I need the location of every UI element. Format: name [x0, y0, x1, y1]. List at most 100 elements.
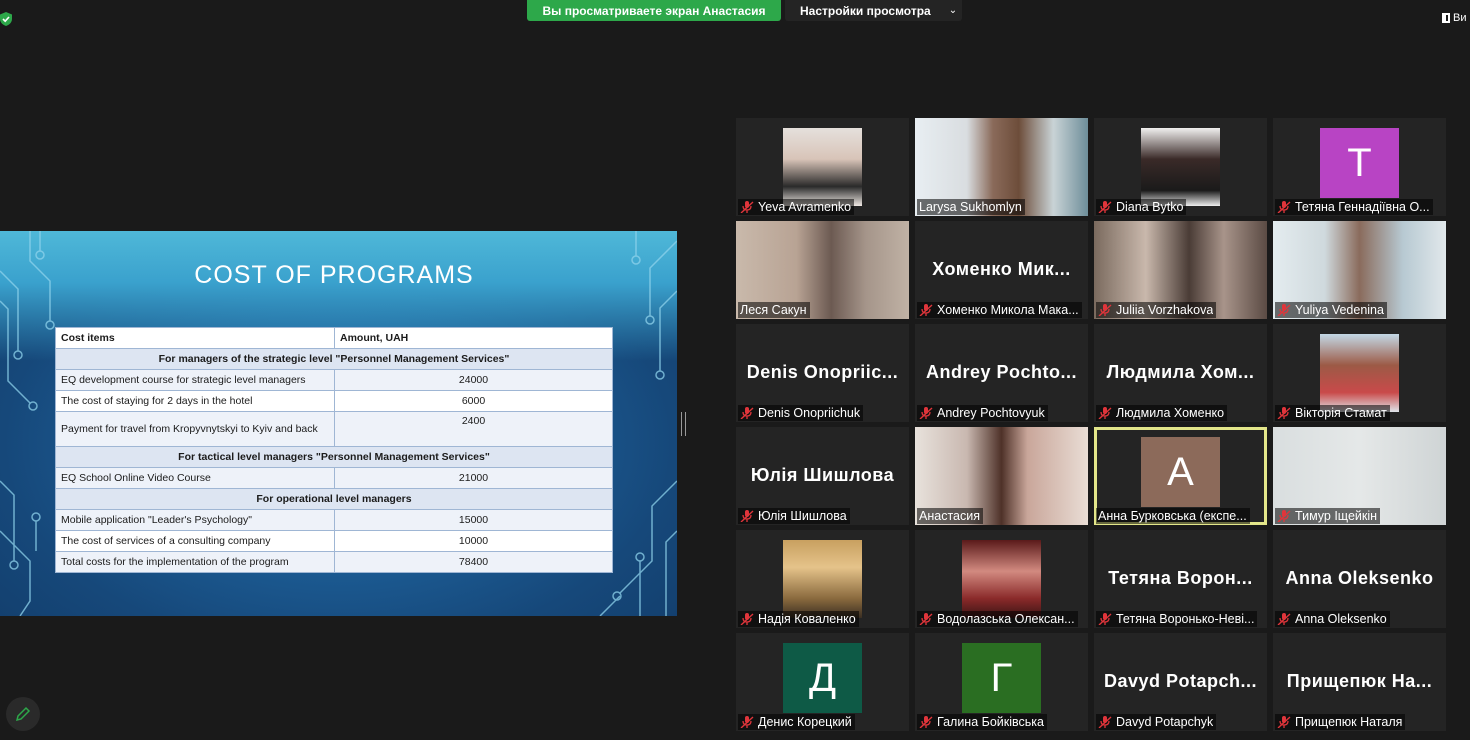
muted-mic-icon — [740, 201, 754, 213]
participant-name-label: Andrey Pochtovyuk — [917, 405, 1048, 421]
avatar-initial: Д — [783, 643, 862, 713]
participant-name: Юлія Шишлова — [758, 509, 847, 523]
section-label: For managers of the strategic level "Per… — [55, 348, 613, 370]
muted-mic-icon — [1098, 716, 1112, 728]
participant-display-name: Юлія Шишлова — [750, 465, 895, 485]
screen-share-banner: Вы просматриваете экран Анастасия — [527, 0, 781, 21]
item-amount: 21000 — [334, 467, 613, 489]
participant-name-label: Тетяна Геннадіївна О... — [1275, 199, 1433, 215]
item-amount: 24000 — [334, 369, 613, 391]
pencil-icon — [15, 706, 31, 722]
participant-tile[interactable]: Andrey Pochto... Andrey Pochtovyuk — [915, 324, 1088, 422]
screen-share-text: Вы просматриваете экран Анастасия — [542, 3, 766, 18]
cost-table: Cost items Amount, UAH For managers of t… — [55, 327, 613, 573]
participant-tile[interactable]: A Анна Бурковська (експе... — [1094, 427, 1267, 525]
participant-tile[interactable]: Yuliya Vedenina — [1273, 221, 1446, 319]
item-amount: 10000 — [334, 530, 613, 552]
participant-name-label: Anna Oleksenko — [1275, 611, 1390, 627]
participant-name: Вікторія Стамат — [1295, 406, 1387, 420]
participant-name: Анастасия — [919, 509, 980, 523]
table-row: The cost of staying for 2 days in the ho… — [55, 390, 613, 412]
participant-tile[interactable]: Вікторія Стамат — [1273, 324, 1446, 422]
avatar-initial: A — [1141, 437, 1220, 507]
participant-tile[interactable]: Тетяна Ворон... Тетяна Воронько-Неві... — [1094, 530, 1267, 628]
muted-mic-icon — [919, 407, 933, 419]
participant-name: Денис Корецкий — [758, 715, 852, 729]
table-row: Total costs for the implementation of th… — [55, 551, 613, 573]
muted-mic-icon — [1277, 407, 1291, 419]
section-label: For operational level managers — [55, 488, 613, 510]
participant-name-label: Денис Корецкий — [738, 714, 855, 730]
table-row: Payment for travel from Kropyvnytskyi to… — [55, 411, 613, 447]
participant-display-name: Andrey Pochto... — [925, 362, 1077, 382]
table-row: EQ development course for strategic leve… — [55, 369, 613, 391]
item-label: EQ School Online Video Course — [55, 467, 335, 489]
participant-name: Галина Бойківська — [937, 715, 1044, 729]
muted-mic-icon — [1277, 510, 1291, 522]
participant-display-name: Хоменко Мик... — [932, 259, 1071, 279]
muted-mic-icon — [919, 304, 933, 316]
participant-name: Andrey Pochtovyuk — [937, 406, 1045, 420]
participant-display-name: Denis Onopriic... — [746, 362, 899, 382]
profile-photo — [783, 128, 862, 206]
profile-photo — [1320, 334, 1399, 412]
participant-tile[interactable]: Denis Onopriic... Denis Onopriichuk — [736, 324, 909, 422]
avatar-initial: T — [1320, 128, 1399, 198]
panel-resize-handle[interactable] — [681, 412, 686, 436]
participant-tile[interactable]: Юлія Шишлова Юлія Шишлова — [736, 427, 909, 525]
participant-name-label: Анастасия — [917, 508, 983, 524]
zoom-meeting-window: Вы просматриваете экран Анастасия Настро… — [0, 0, 1470, 740]
participant-name: Тетяна Воронько-Неві... — [1116, 612, 1255, 626]
participant-tile[interactable]: Yeva Avramenko — [736, 118, 909, 216]
security-shield-icon[interactable] — [0, 12, 12, 26]
participant-tile[interactable]: Juliia Vorzhakova — [1094, 221, 1267, 319]
participant-tile[interactable]: Водолазська Олексан... — [915, 530, 1088, 628]
table-section-row: For operational level managers — [55, 488, 613, 510]
muted-mic-icon — [919, 716, 933, 728]
item-amount: 2400 — [334, 411, 613, 447]
view-options-button[interactable]: Настройки просмотра ⌄ — [785, 0, 962, 21]
item-label: The cost of staying for 2 days in the ho… — [55, 390, 335, 412]
participant-name-label: Вікторія Стамат — [1275, 405, 1390, 421]
muted-mic-icon — [1098, 613, 1112, 625]
participant-display-name: Тетяна Ворон... — [1108, 568, 1253, 588]
participant-tile[interactable]: Анастасия — [915, 427, 1088, 525]
participant-name: Denis Onopriichuk — [758, 406, 861, 420]
participant-name: Juliia Vorzhakova — [1116, 303, 1214, 317]
participant-tile[interactable]: Хоменко Мик... Хоменко Микола Мака... — [915, 221, 1088, 319]
muted-mic-icon — [1098, 407, 1112, 419]
table-section-row: For tactical level managers "Personnel M… — [55, 446, 613, 468]
participant-name-label: Людмила Хоменко — [1096, 405, 1228, 421]
participant-name-label: Юлія Шишлова — [738, 508, 850, 524]
view-layout-icon — [1442, 13, 1450, 23]
muted-mic-icon — [740, 510, 754, 522]
view-button-label: Ви — [1453, 12, 1467, 24]
participant-name: Леся Сакун — [740, 303, 807, 317]
participant-tile[interactable]: Г Галина Бойківська — [915, 633, 1088, 731]
participant-name: Анна Бурковська (експе... — [1098, 509, 1247, 523]
muted-mic-icon — [740, 407, 754, 419]
participant-tile[interactable]: Larysa Sukhomlyn — [915, 118, 1088, 216]
participant-tile[interactable]: Людмила Хом... Людмила Хоменко — [1094, 324, 1267, 422]
participant-name: Тетяна Геннадіївна О... — [1295, 200, 1430, 214]
participant-name-label: Галина Бойківська — [917, 714, 1047, 730]
participant-tile[interactable]: Тимур Іщейкін — [1273, 427, 1446, 525]
item-amount: 78400 — [334, 551, 613, 573]
muted-mic-icon — [740, 716, 754, 728]
table-header-cell: Cost items — [55, 327, 335, 349]
item-label: Total costs for the implementation of th… — [55, 551, 335, 573]
gallery-view-button[interactable]: Ви — [1440, 10, 1470, 26]
participant-tile[interactable]: Anna Oleksenko Anna Oleksenko — [1273, 530, 1446, 628]
muted-mic-icon — [1098, 304, 1112, 316]
participant-tile[interactable]: Леся Сакун — [736, 221, 909, 319]
participant-name-label: Леся Сакун — [738, 302, 810, 318]
participant-tile[interactable]: Прищепюк На... Прищепюк Наталя — [1273, 633, 1446, 731]
participant-tile[interactable]: Д Денис Корецкий — [736, 633, 909, 731]
annotate-button[interactable] — [6, 697, 40, 731]
participant-tile[interactable]: Надія Коваленко — [736, 530, 909, 628]
participant-tile[interactable]: Davyd Potapch... Davyd Potapchyk — [1094, 633, 1267, 731]
participant-tile[interactable]: Diana Bytko — [1094, 118, 1267, 216]
table-row: Mobile application "Leader's Psychology"… — [55, 509, 613, 531]
profile-photo — [1141, 128, 1220, 206]
participant-tile[interactable]: T Тетяна Геннадіївна О... — [1273, 118, 1446, 216]
